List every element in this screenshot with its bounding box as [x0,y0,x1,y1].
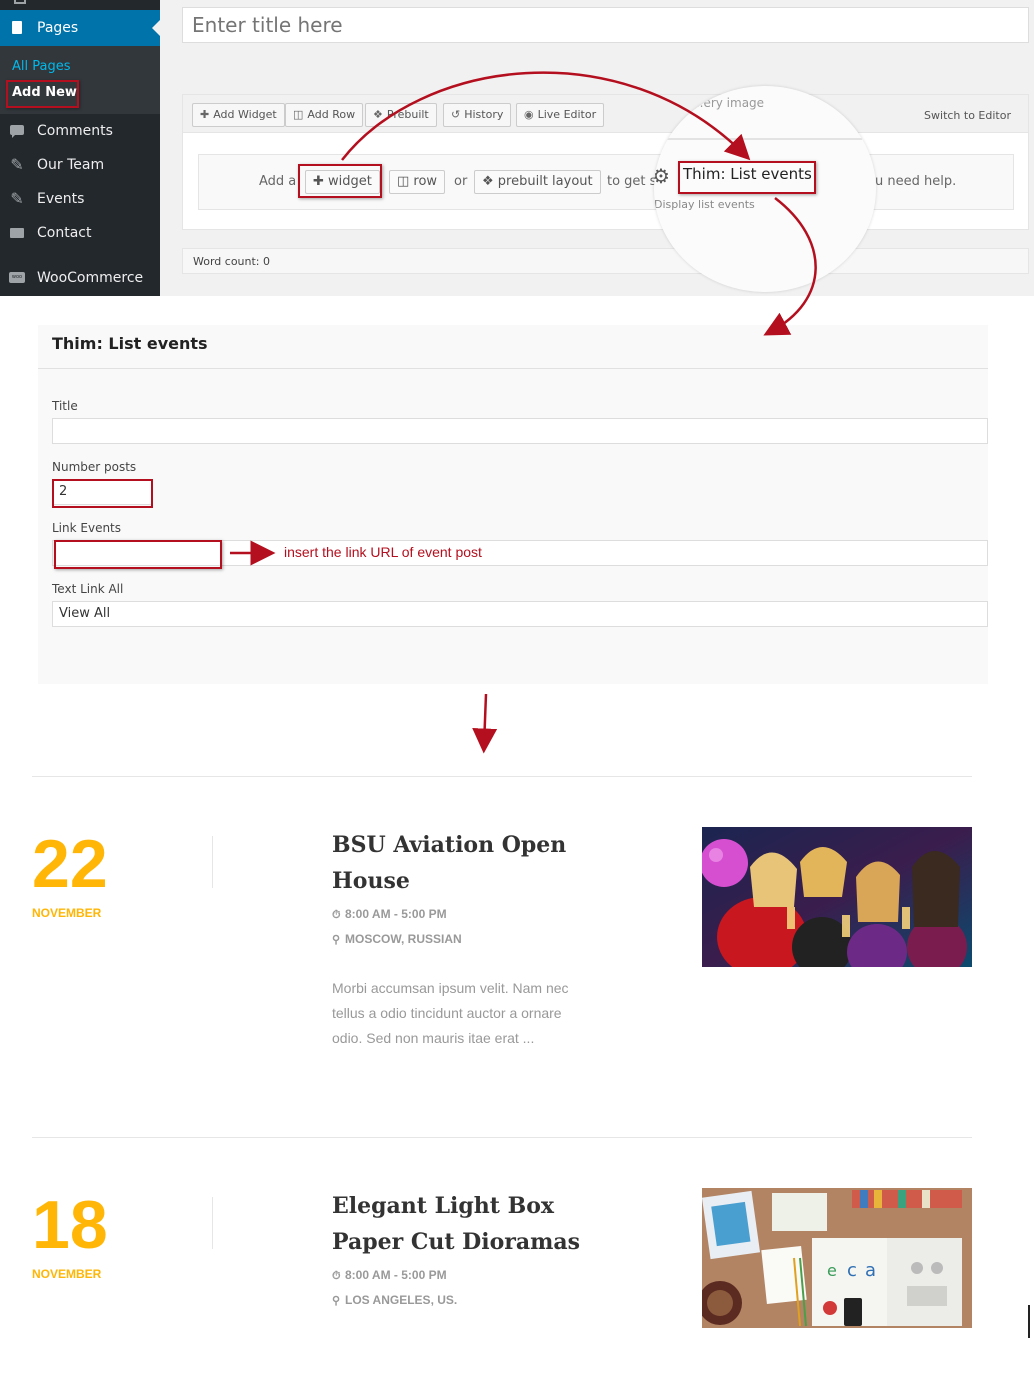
arrow-form-to-result [472,693,498,754]
arrow-list-events-to-form [763,197,817,336]
arrow-widget-to-list-events [341,71,751,161]
annotation-arrows [230,71,817,754]
